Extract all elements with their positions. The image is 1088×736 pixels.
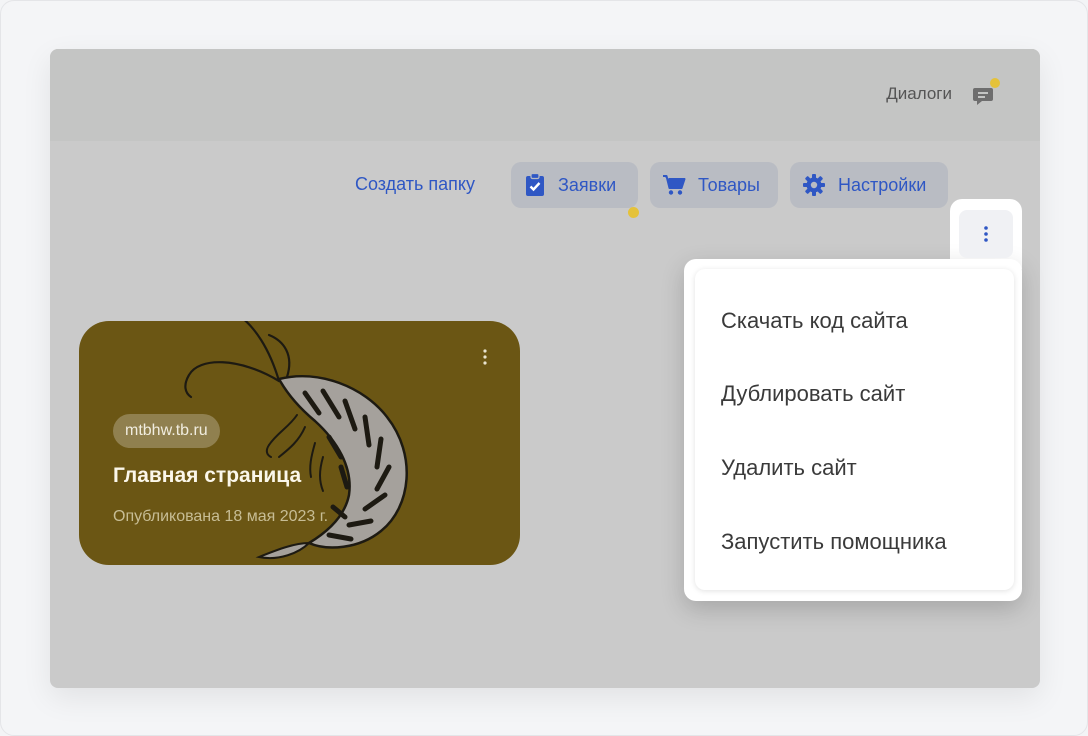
products-label: Товары xyxy=(698,174,760,195)
site-card[interactable]: mtbhw.tb.ru Главная страница Опубликован… xyxy=(79,321,520,565)
card-more-icon[interactable] xyxy=(478,347,492,367)
requests-label: Заявки xyxy=(558,174,617,195)
settings-button[interactable]: Настройки xyxy=(790,162,948,208)
settings-label: Настройки xyxy=(838,174,927,195)
gear-icon xyxy=(803,174,825,196)
site-options-menu: Скачать код сайта Дублировать сайт Удали… xyxy=(695,269,1014,590)
clipboard-check-icon xyxy=(526,173,544,196)
more-options-button[interactable] xyxy=(959,210,1013,258)
create-folder-link[interactable]: Создать папку xyxy=(355,174,475,195)
site-domain-badge[interactable]: mtbhw.tb.ru xyxy=(113,414,220,448)
menu-item-delete-site[interactable]: Удалить сайт xyxy=(721,455,857,481)
site-toolbar: Создать папку Заявки Товары Настройки xyxy=(50,162,1040,208)
menu-item-download-code[interactable]: Скачать код сайта xyxy=(721,308,908,334)
menu-item-launch-assistant[interactable]: Запустить помощника xyxy=(721,529,947,555)
notification-dot xyxy=(990,78,1000,88)
products-button[interactable]: Товары xyxy=(650,162,778,208)
site-card-title: Главная страница xyxy=(113,464,302,487)
more-vertical-icon xyxy=(984,226,988,242)
site-publish-date: Опубликована 18 мая 2023 г. xyxy=(113,508,329,525)
cart-icon xyxy=(663,175,686,195)
requests-button[interactable]: Заявки xyxy=(511,162,638,208)
top-bar: Диалоги xyxy=(50,49,1040,141)
dialogs-link[interactable]: Диалоги xyxy=(886,84,952,104)
requests-notification-dot xyxy=(628,207,639,218)
menu-item-duplicate-site[interactable]: Дублировать сайт xyxy=(721,381,905,407)
screen-frame: Диалоги Создать папку Заявки Товары Наст… xyxy=(0,0,1088,736)
